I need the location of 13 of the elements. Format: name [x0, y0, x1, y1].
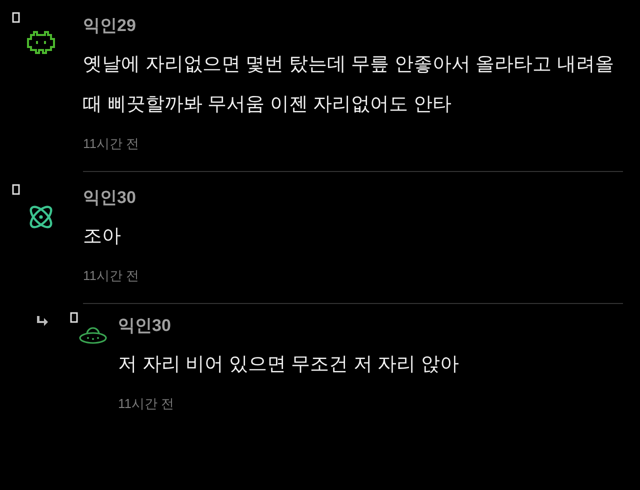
- timestamp: 11시간 전: [118, 395, 176, 413]
- missing-glyph-icon: [12, 184, 20, 195]
- timestamp: 11시간 전: [83, 135, 140, 153]
- timestamp: 11시간 전: [83, 267, 140, 285]
- missing-glyph-icon: [70, 312, 78, 323]
- comment-text: 조아: [83, 225, 122, 249]
- author-name: 익인30: [83, 187, 137, 209]
- comment-text: 저 자리 비어 있으면 무조건 저 자리 앉아: [118, 353, 460, 377]
- comment-text: 옛날에 자리없으면 몇번 탔는데 무릎 안좋아서 올라타고 내려올때 삐끗할까봐 무서움 이젠 자리없어도 안타: [83, 53, 615, 117]
- author-name: 익인29: [83, 15, 137, 37]
- missing-glyph-icon: [12, 12, 20, 23]
- author-name: 익인30: [118, 315, 172, 337]
- reply-arrow-icon: [35, 316, 49, 328]
